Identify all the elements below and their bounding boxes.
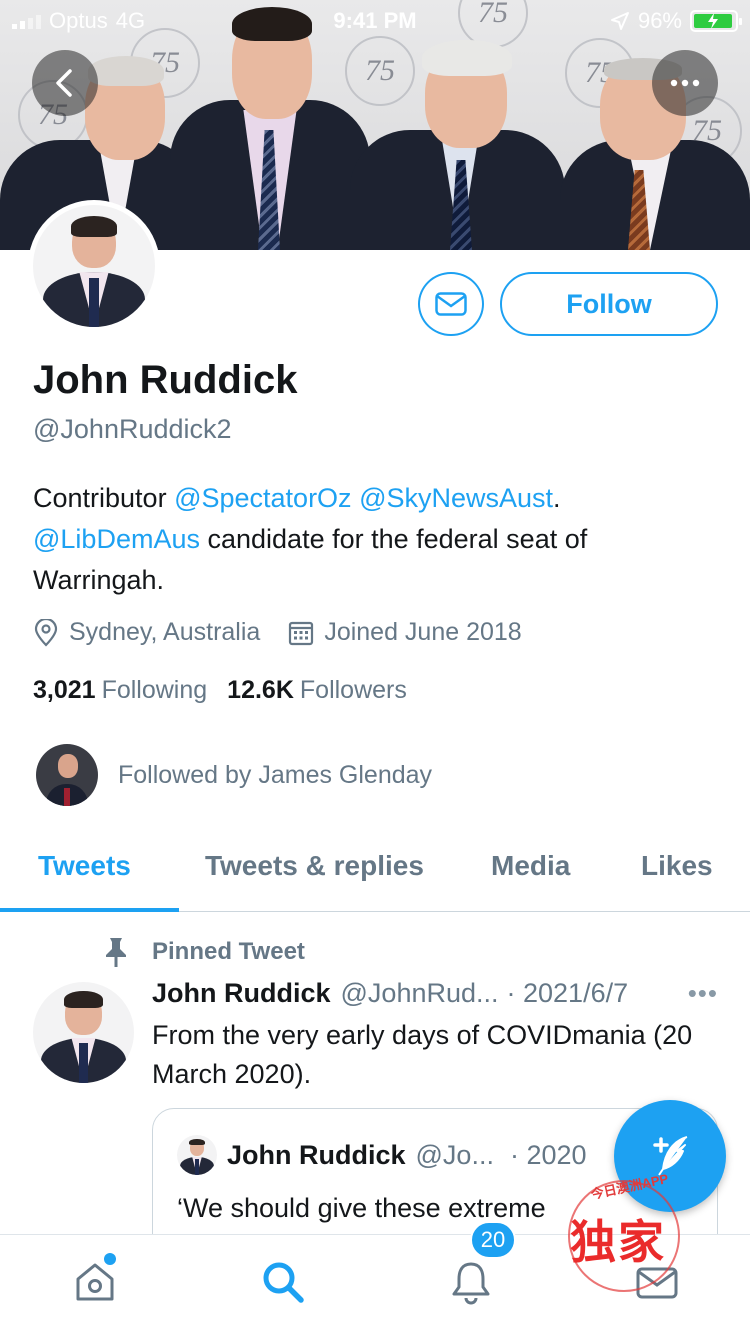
bio-text <box>352 483 360 513</box>
bio-mention-link[interactable]: @LibDemAus <box>33 524 200 554</box>
tweet-more-button[interactable]: ••• <box>688 978 718 1009</box>
tab-tweets-replies[interactable]: Tweets & replies <box>205 850 424 882</box>
search-tab[interactable] <box>258 1257 308 1307</box>
quoted-author-handle: @Jo... <box>415 1139 494 1170</box>
new-content-dot <box>104 1253 116 1265</box>
pinned-text: Pinned Tweet <box>152 938 305 965</box>
tweet-author-handle: @JohnRud... <box>340 978 499 1008</box>
notification-badge: 20 <box>470 1221 516 1259</box>
status-right: 96% <box>610 8 742 34</box>
tweet-author-name[interactable]: John Ruddick <box>152 978 331 1009</box>
back-button[interactable] <box>32 50 98 116</box>
join-date: Joined June 2018 <box>288 618 522 647</box>
quoted-avatar <box>177 1135 217 1175</box>
watermark-big-text: 独家 <box>570 1216 666 1268</box>
profile-name: John Ruddick <box>33 358 298 402</box>
battery-percent: 96% <box>637 8 682 33</box>
tweet-header: John Ruddick @JohnRud... · 2021/6/7 ••• <box>152 978 722 1009</box>
watermark-stamp: 今日澳洲APP 独家 <box>560 1170 690 1300</box>
bio-text: . <box>553 483 561 513</box>
envelope-icon <box>435 292 467 316</box>
bio-mention-link[interactable]: @SpectatorOz <box>174 483 351 513</box>
quoted-tweet-header: John Ruddick @Jo... · 2020 <box>177 1135 587 1175</box>
more-options-button[interactable] <box>652 50 718 116</box>
calendar-icon <box>289 621 314 645</box>
notifications-tab[interactable] <box>446 1257 496 1307</box>
tweet-text: From the very early days of COVIDmania (… <box>152 1020 693 1089</box>
quoted-text: ‘We should give these extreme <box>177 1193 546 1223</box>
profile-avatar[interactable] <box>28 200 160 332</box>
bio-mention-link[interactable]: @SkyNewsAust <box>359 483 553 513</box>
active-tab-indicator <box>0 908 179 912</box>
followers-label: Followers <box>299 676 407 704</box>
home-icon <box>76 1263 114 1301</box>
pin-icon <box>106 938 126 967</box>
status-bar: Optus 4G 9:41 PM 96% <box>0 0 750 40</box>
joined-text: Joined June 2018 <box>324 618 522 646</box>
banner-person <box>170 5 370 250</box>
bell-icon <box>452 1262 490 1305</box>
following-count: 3,021 <box>33 676 96 704</box>
location: Sydney, Australia <box>33 618 260 647</box>
tab-tweets[interactable]: Tweets <box>38 850 131 882</box>
location-arrow-icon <box>610 12 629 30</box>
search-icon <box>263 1262 304 1303</box>
followers-count: 12.6K <box>227 676 294 704</box>
tab-likes[interactable]: Likes <box>641 850 713 882</box>
following-label: Following <box>101 676 208 704</box>
battery-icon <box>690 10 742 32</box>
follow-button[interactable]: Follow <box>500 272 718 336</box>
follow-label: Follow <box>566 288 652 319</box>
quoted-author-name: John Ruddick <box>227 1139 406 1170</box>
followers-link[interactable]: 12.6K Followers <box>227 676 407 705</box>
tweet-date: · 2021/6/7 <box>506 978 629 1008</box>
profile-meta: Sydney, Australia Joined June 2018 <box>33 618 550 647</box>
more-dots-icon <box>670 79 700 87</box>
location-pin-icon <box>34 618 58 647</box>
bio-text: Contributor <box>33 483 175 513</box>
home-tab[interactable] <box>70 1257 120 1307</box>
chevron-left-icon <box>56 69 72 97</box>
quoted-date: · 2020 <box>509 1139 587 1170</box>
profile-tabs: Tweets Tweets & replies Media Likes <box>0 830 750 912</box>
followed-by-text: Followed by James Glenday <box>118 760 433 789</box>
follower-avatar <box>36 744 98 806</box>
banner-person <box>350 40 565 250</box>
message-button[interactable] <box>418 272 484 336</box>
following-link[interactable]: 3,021 Following <box>33 676 207 705</box>
pinned-label: Pinned Tweet <box>102 936 305 968</box>
profile-bio: Contributor @SpectatorOz @SkyNewsAust. @… <box>33 478 723 601</box>
followed-by[interactable]: Followed by James Glenday <box>36 744 432 806</box>
profile-handle: @JohnRuddick2 <box>33 414 232 444</box>
tweet-avatar[interactable] <box>33 982 134 1083</box>
avatar-portrait <box>33 982 134 1083</box>
avatar-portrait <box>33 205 155 327</box>
follow-counts: 3,021 Following 12.6K Followers <box>33 676 407 705</box>
tab-media[interactable]: Media <box>491 850 570 882</box>
location-text: Sydney, Australia <box>69 618 261 646</box>
